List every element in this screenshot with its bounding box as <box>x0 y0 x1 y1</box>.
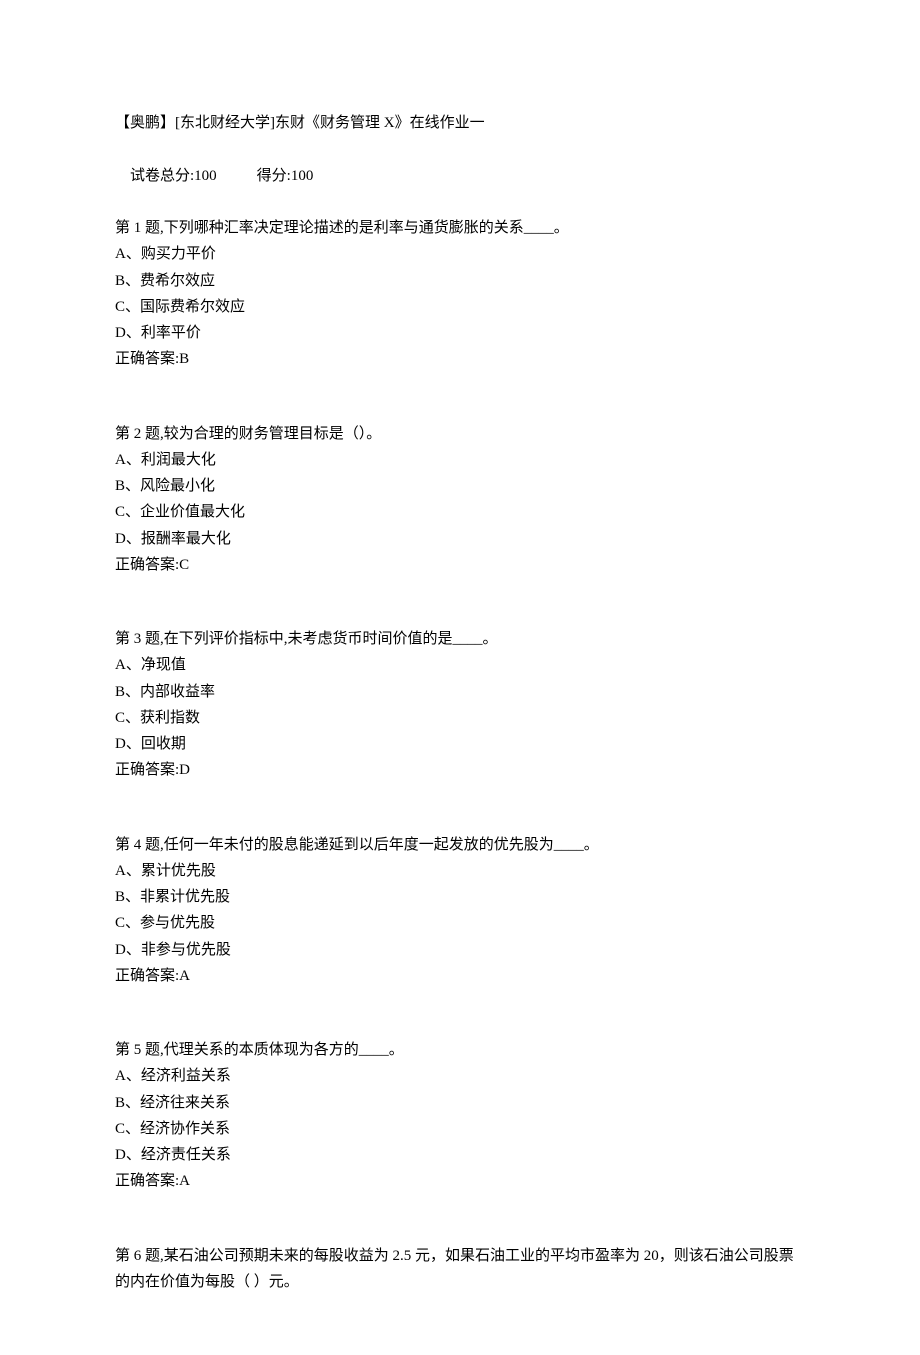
question-option: D、利率平价 <box>115 320 805 346</box>
question-option: C、经济协作关系 <box>115 1116 805 1142</box>
question-answer: 正确答案:A <box>115 963 805 989</box>
question-option: D、报酬率最大化 <box>115 526 805 552</box>
question-prompt: 第 1 题,下列哪种汇率决定理论描述的是利率与通货膨胀的关系____。 <box>115 215 805 241</box>
question-answer: 正确答案:D <box>115 757 805 783</box>
question-answer: 正确答案:A <box>115 1168 805 1194</box>
question-option: B、经济往来关系 <box>115 1090 805 1116</box>
question-answer: 正确答案:B <box>115 346 805 372</box>
question-option: A、经济利益关系 <box>115 1063 805 1089</box>
question-option: C、获利指数 <box>115 705 805 731</box>
question-option: C、国际费希尔效应 <box>115 294 805 320</box>
doc-title: 【奥鹏】[东北财经大学]东财《财务管理 X》在线作业一 <box>115 110 805 136</box>
question-option: C、参与优先股 <box>115 910 805 936</box>
question-option: D、非参与优先股 <box>115 937 805 963</box>
question-prompt: 第 5 题,代理关系的本质体现为各方的____。 <box>115 1037 805 1063</box>
question-prompt: 第 6 题,某石油公司预期未来的每股收益为 2.5 元，如果石油工业的平均市盈率… <box>115 1243 805 1296</box>
question-option: D、经济责任关系 <box>115 1142 805 1168</box>
total-value: 100 <box>194 168 217 184</box>
question-option: A、累计优先股 <box>115 858 805 884</box>
score-value: 100 <box>291 168 314 184</box>
question-option: B、非累计优先股 <box>115 884 805 910</box>
question-prompt: 第 2 题,较为合理的财务管理目标是（）。 <box>115 421 805 447</box>
question-option: B、内部收益率 <box>115 679 805 705</box>
score-label: 得分: <box>257 168 291 184</box>
question-option: C、企业价值最大化 <box>115 499 805 525</box>
question-option: D、回收期 <box>115 731 805 757</box>
score-line: 试卷总分:100得分:100 <box>115 136 805 215</box>
total-label: 试卷总分: <box>130 168 194 184</box>
question-prompt: 第 4 题,任何一年未付的股息能递延到以后年度一起发放的优先股为____。 <box>115 832 805 858</box>
question-option: B、费希尔效应 <box>115 268 805 294</box>
question-option: A、购买力平价 <box>115 241 805 267</box>
question-answer: 正确答案:C <box>115 552 805 578</box>
question-option: A、利润最大化 <box>115 447 805 473</box>
question-prompt: 第 3 题,在下列评价指标中,未考虑货币时间价值的是____。 <box>115 626 805 652</box>
question-option: B、风险最小化 <box>115 473 805 499</box>
question-option: A、净现值 <box>115 652 805 678</box>
